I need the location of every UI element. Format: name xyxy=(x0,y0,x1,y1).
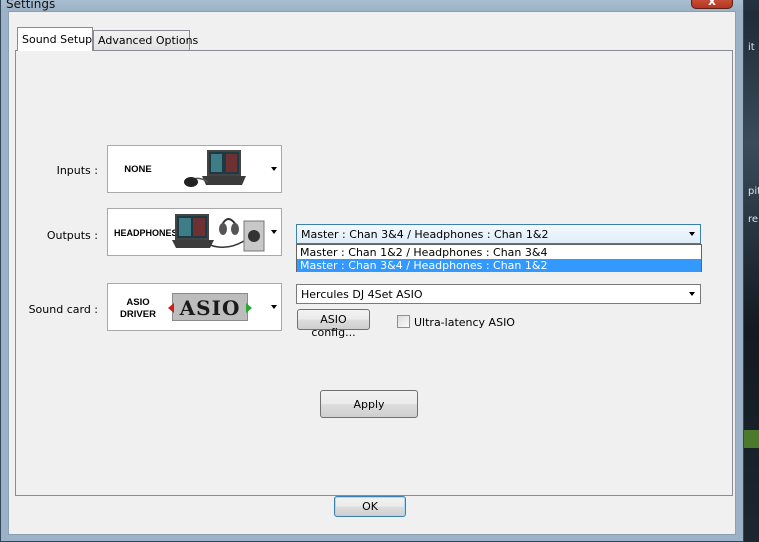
tab-label: Advanced Options xyxy=(98,34,199,47)
inputs-picker[interactable]: NONE xyxy=(107,145,282,193)
sound-card-label: Sound card : xyxy=(28,303,98,316)
asio-config-label: ASIO config... xyxy=(311,313,356,339)
dialog-client-area: Sound Setup Advanced Options xyxy=(8,11,736,535)
sound-card-caption-line2: DRIVER xyxy=(120,309,156,320)
asio-config-button[interactable]: ASIO config... xyxy=(297,309,370,339)
outputs-label: Outputs : xyxy=(46,229,98,242)
output-device-icon xyxy=(172,214,265,252)
close-icon: x xyxy=(708,0,716,8)
outputs-picker[interactable]: HEADPHONES xyxy=(107,208,282,256)
ok-label: OK xyxy=(362,500,378,513)
chevron-down-icon xyxy=(689,232,695,236)
chevron-down-icon xyxy=(689,292,695,296)
apply-label: Apply xyxy=(353,398,385,411)
outputs-routing-list: Master : Chan 1&2 / Headphones : Chan 3&… xyxy=(296,244,702,272)
dropdown-option-label: Master : Chan 3&4 / Headphones : Chan 1&… xyxy=(300,259,548,272)
background-text: it xyxy=(748,42,755,53)
tab-advanced-options[interactable]: Advanced Options xyxy=(93,30,198,51)
background-text: pit xyxy=(748,186,759,197)
sound-card-caption-line1: ASIO xyxy=(126,297,150,308)
background-accent xyxy=(744,430,759,448)
sound-card-dropdown[interactable]: Hercules DJ 4Set ASIO xyxy=(296,284,701,304)
background-text: re xyxy=(748,214,759,225)
chevron-down-icon xyxy=(271,305,277,309)
inputs-caption: NONE xyxy=(124,164,152,175)
outputs-routing-value: Master : Chan 3&4 / Headphones : Chan 1&… xyxy=(301,228,549,241)
dropdown-option-label: Master : Chan 1&2 / Headphones : Chan 3&… xyxy=(300,246,548,259)
sound-card-value: Hercules DJ 4Set ASIO xyxy=(301,288,423,301)
ultra-latency-label: Ultra-latency ASIO xyxy=(414,316,515,329)
dropdown-option-highlighted[interactable]: Master : Chan 3&4 / Headphones : Chan 1&… xyxy=(297,259,701,272)
tab-sound-setup[interactable]: Sound Setup xyxy=(17,27,93,51)
close-button[interactable]: x xyxy=(691,0,733,9)
asio-logo: ASIO xyxy=(168,293,252,321)
sound-card-picker[interactable]: ASIO DRIVER ASIO xyxy=(107,283,282,331)
outputs-routing-dropdown[interactable]: Master : Chan 3&4 / Headphones : Chan 1&… xyxy=(296,224,701,244)
ok-button[interactable]: OK xyxy=(334,496,406,517)
asio-logo-text: ASIO xyxy=(179,296,241,320)
title-bar[interactable]: Settings x xyxy=(1,0,743,11)
apply-button[interactable]: Apply xyxy=(320,390,418,418)
chevron-down-icon xyxy=(271,230,277,234)
ultra-latency-checkbox[interactable] xyxy=(397,315,410,328)
sound-setup-panel xyxy=(15,50,733,496)
outputs-caption: HEADPHONES xyxy=(114,228,178,238)
background-app-strip xyxy=(744,10,759,542)
input-device-icon xyxy=(184,150,246,187)
dropdown-option[interactable]: Master : Chan 1&2 / Headphones : Chan 3&… xyxy=(297,246,701,259)
inputs-label: Inputs : xyxy=(56,164,98,177)
window-title: Settings xyxy=(6,0,56,11)
tab-label: Sound Setup xyxy=(22,33,93,46)
chevron-down-icon xyxy=(271,167,277,171)
